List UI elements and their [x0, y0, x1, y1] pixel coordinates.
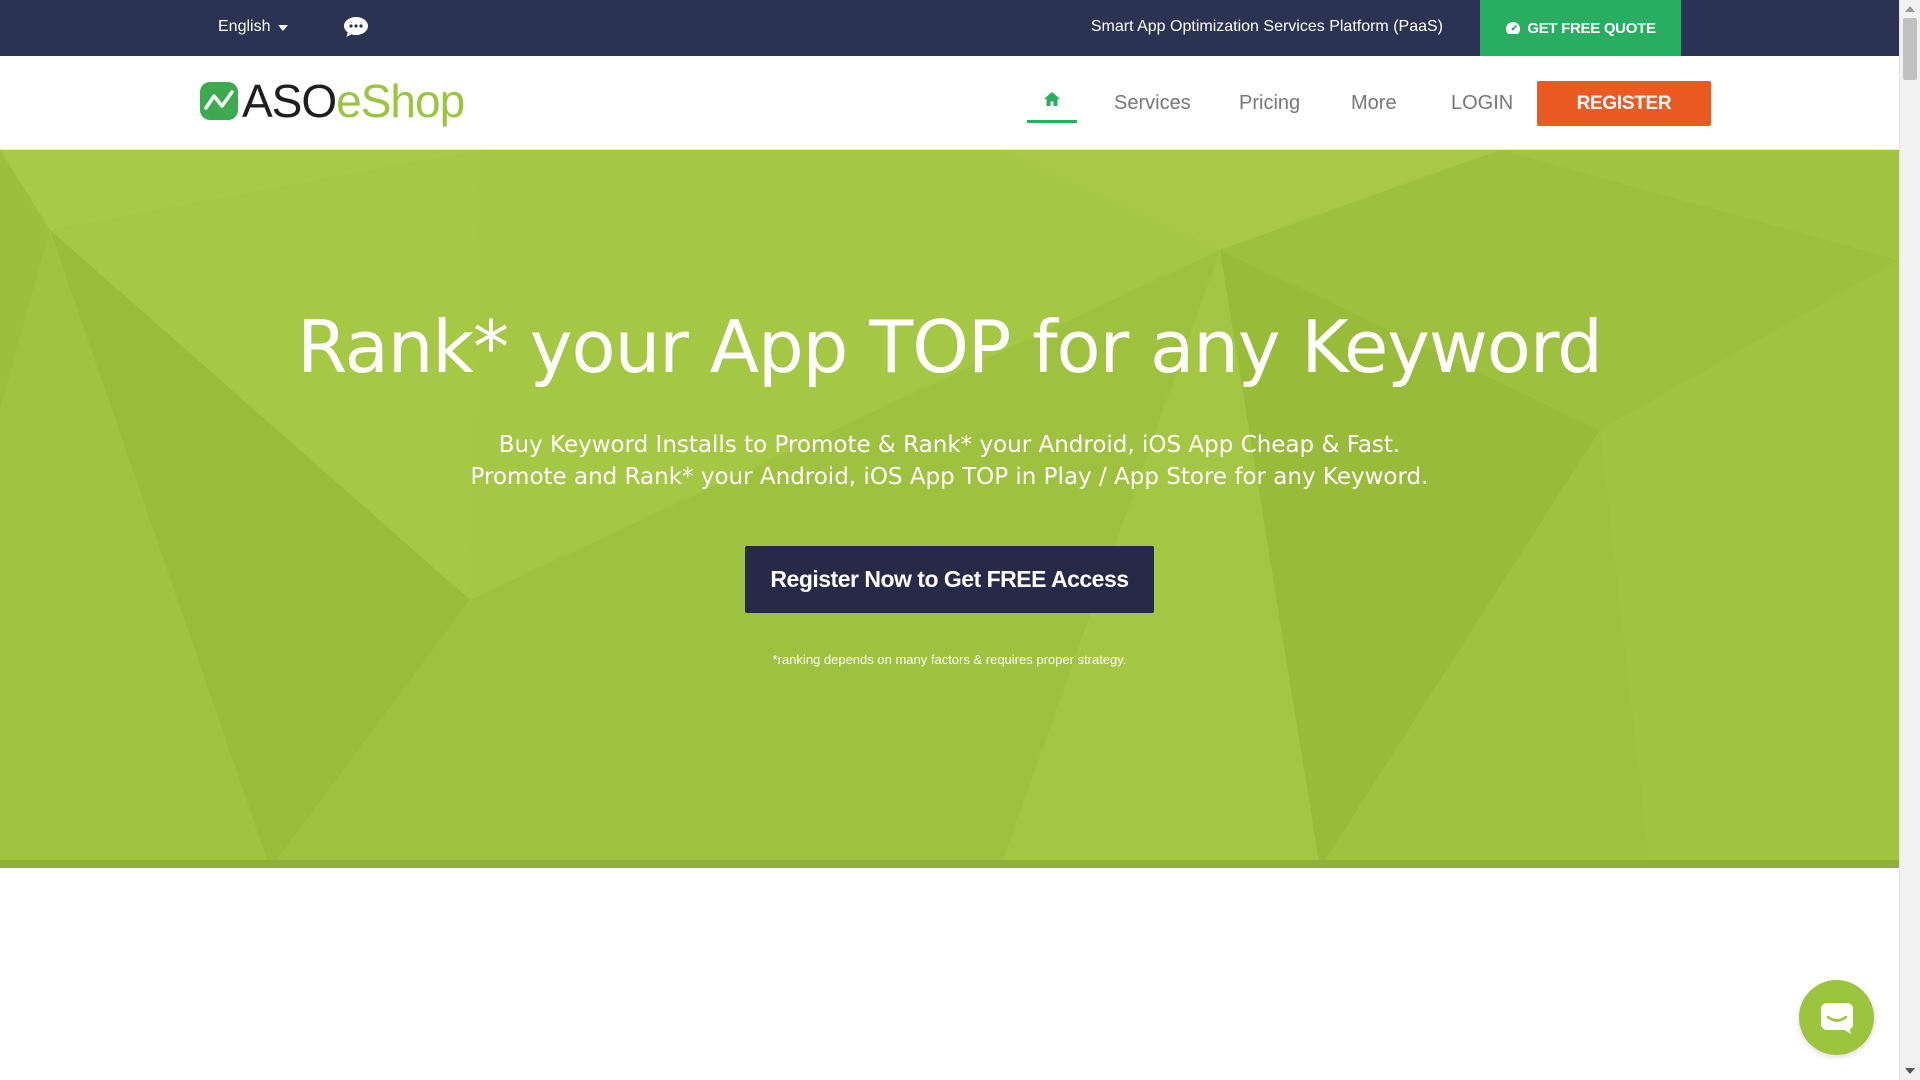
hero-title: Rank* your App TOP for any Keyword [297, 305, 1603, 389]
hero-bottom-edge [0, 860, 1899, 868]
register-button[interactable]: REGISTER [1537, 81, 1711, 126]
nav-pricing[interactable]: Pricing [1239, 92, 1300, 115]
language-label: English [218, 18, 271, 35]
top-bar: English Smart App Optimization Services … [0, 0, 1899, 56]
home-icon [1044, 92, 1060, 106]
logo-text-aso: ASO [242, 75, 337, 127]
ranking-disclaimer: *ranking depends on many factors & requi… [772, 652, 1127, 667]
nav-login[interactable]: LOGIN [1451, 92, 1513, 115]
caret-down-icon [278, 25, 289, 31]
dashboard-icon [1506, 22, 1521, 34]
site-header: ASO eShop Services Pricing More LOGIN RE… [0, 56, 1899, 150]
hero-subtitle-line1: Buy Keyword Installs to Promote & Rank* … [498, 432, 1401, 458]
logo-text-eshop: eShop [336, 75, 465, 127]
low-poly-background [0, 150, 1899, 868]
get-free-quote-button[interactable]: GET FREE QUOTE [1480, 0, 1681, 56]
hero-section: Rank* your App TOP for any Keyword Buy K… [0, 150, 1899, 868]
language-selector[interactable]: English [218, 18, 289, 36]
hero-subtitle-line2: Promote and Rank* your Android, iOS App … [470, 464, 1429, 490]
nav-services[interactable]: Services [1114, 92, 1191, 115]
chat-widget-button[interactable] [1799, 980, 1874, 1055]
chat-bubble-icon[interactable] [343, 16, 369, 38]
platform-tagline: Smart App Optimization Services Platform… [1090, 18, 1443, 35]
nav-home[interactable] [1027, 85, 1077, 123]
messenger-icon [1820, 1002, 1853, 1034]
logo-mark-icon [200, 82, 238, 120]
scroll-down-arrow-icon[interactable] [1905, 1068, 1915, 1074]
get-free-quote-label: GET FREE QUOTE [1527, 19, 1656, 37]
scroll-up-arrow-icon[interactable] [1905, 6, 1915, 12]
scroll-thumb[interactable] [1903, 18, 1917, 80]
logo[interactable]: ASO eShop [200, 75, 465, 127]
nav-more[interactable]: More [1351, 92, 1397, 115]
page-scrollbar[interactable] [1899, 0, 1920, 1080]
register-now-button[interactable]: Register Now to Get FREE Access [745, 546, 1154, 613]
